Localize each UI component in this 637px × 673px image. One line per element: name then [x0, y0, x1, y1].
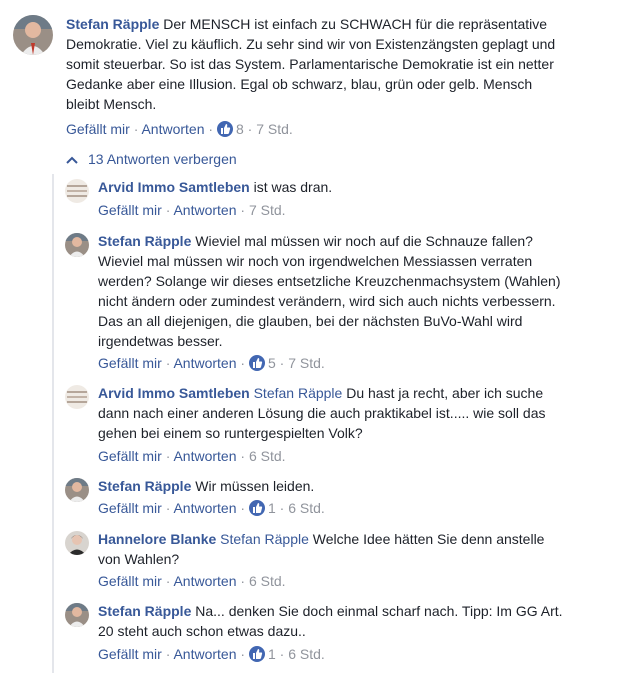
- thumbs-up-icon[interactable]: [248, 646, 265, 662]
- separator: ·: [240, 355, 249, 371]
- reply-actions: Gefällt mir · Antworten · 1 · 6 Std.: [98, 645, 325, 663]
- like-link[interactable]: Gefällt mir: [66, 121, 130, 137]
- like-count[interactable]: 5: [268, 355, 276, 371]
- comment-text: ist was dran.: [253, 179, 333, 195]
- avatar-photo: [65, 385, 89, 409]
- timestamp[interactable]: 7 Std.: [288, 355, 325, 371]
- like-link[interactable]: Gefällt mir: [98, 355, 162, 371]
- comment-text: Wir müssen leiden.: [195, 478, 315, 494]
- like-count[interactable]: 8: [236, 121, 244, 137]
- reply-actions: Gefällt mir · Antworten · 7 Std.: [98, 201, 286, 219]
- separator: ·: [247, 121, 257, 137]
- like-link[interactable]: Gefällt mir: [98, 646, 162, 662]
- reply-link[interactable]: Antworten: [173, 573, 236, 589]
- reply-link[interactable]: Antworten: [173, 202, 236, 218]
- reply-link[interactable]: Antworten: [173, 448, 236, 464]
- reply-body: Hannelore Blanke Stefan Räpple Welche Id…: [98, 529, 568, 569]
- timestamp[interactable]: 6 Std.: [249, 573, 286, 589]
- avatar-photo: [13, 15, 53, 55]
- hide-replies-toggle[interactable]: 13 Antworten verbergen: [66, 150, 237, 168]
- top-comment-body: Stefan Räpple Der MENSCH ist einfach zu …: [66, 14, 566, 114]
- comment-author[interactable]: Stefan Räpple: [98, 603, 191, 619]
- avatar-photo: [65, 531, 89, 555]
- avatar-arvid-immo-samtleben[interactable]: [65, 385, 89, 409]
- avatar-photo: [65, 233, 89, 257]
- like-count[interactable]: 1: [268, 646, 276, 662]
- reply-body: Stefan Räpple Wir müssen leiden.: [98, 476, 568, 496]
- like-link[interactable]: Gefällt mir: [98, 573, 162, 589]
- avatar-hannelore-blanke[interactable]: [65, 531, 89, 555]
- like-link[interactable]: Gefällt mir: [98, 500, 162, 516]
- reply-link[interactable]: Antworten: [173, 500, 236, 516]
- separator: ·: [279, 646, 289, 662]
- comment-author[interactable]: Hannelore Blanke: [98, 531, 216, 547]
- reply-actions: Gefällt mir · Antworten · 6 Std.: [98, 572, 286, 590]
- reply-body: Arvid Immo Samtleben Stefan Räpple Du ha…: [98, 383, 568, 443]
- separator: ·: [208, 121, 217, 137]
- thumbs-up-icon[interactable]: [248, 355, 265, 371]
- like-count[interactable]: 1: [268, 500, 276, 516]
- avatar-stefan-raepple[interactable]: [65, 603, 89, 627]
- separator: ·: [240, 448, 249, 464]
- comment-author[interactable]: Arvid Immo Samtleben: [98, 179, 250, 195]
- separator: ·: [240, 500, 249, 516]
- comment-author[interactable]: Stefan Räpple: [98, 478, 191, 494]
- reply-link[interactable]: Antworten: [173, 355, 236, 371]
- thumbs-up-icon[interactable]: [248, 500, 265, 516]
- avatar-photo: [65, 603, 89, 627]
- reply-body: Stefan Räpple Wieviel mal müssen wir noc…: [98, 231, 573, 351]
- comment-author[interactable]: Arvid Immo Samtleben: [98, 385, 250, 401]
- reply-actions: Gefällt mir · Antworten · 1 · 6 Std.: [98, 499, 325, 517]
- reply-body: Arvid Immo Samtleben ist was dran.: [98, 177, 568, 197]
- hide-replies-label: 13 Antworten verbergen: [88, 151, 237, 167]
- mention-link[interactable]: Stefan Räpple: [254, 385, 343, 401]
- avatar-stefan-raepple[interactable]: [13, 15, 53, 55]
- timestamp[interactable]: 6 Std.: [288, 500, 325, 516]
- timestamp[interactable]: 7 Std.: [249, 202, 286, 218]
- separator: ·: [240, 646, 249, 662]
- avatar-arvid-immo-samtleben[interactable]: [65, 179, 89, 203]
- separator: ·: [279, 500, 289, 516]
- like-link[interactable]: Gefällt mir: [98, 448, 162, 464]
- mention-link[interactable]: Stefan Räpple: [220, 531, 309, 547]
- reply-body: Stefan Räpple Na... denken Sie doch einm…: [98, 601, 568, 641]
- comment-author[interactable]: Stefan Räpple: [98, 233, 191, 249]
- like-link[interactable]: Gefällt mir: [98, 202, 162, 218]
- timestamp[interactable]: 6 Std.: [288, 646, 325, 662]
- avatar-stefan-raepple[interactable]: [65, 233, 89, 257]
- comment-text: Wieviel mal müssen wir noch auf die Schn…: [98, 233, 561, 349]
- thumbs-up-icon[interactable]: [216, 121, 233, 137]
- reply-link[interactable]: Antworten: [173, 646, 236, 662]
- comment-author[interactable]: Stefan Räpple: [66, 16, 159, 32]
- thread-line: [52, 174, 54, 673]
- chevron-up-icon: [66, 150, 78, 168]
- avatar-photo: [65, 179, 89, 203]
- separator: ·: [240, 573, 249, 589]
- reply-actions: Gefällt mir · Antworten · 6 Std.: [98, 447, 286, 465]
- reply-actions: Gefällt mir · Antworten · 5 · 7 Std.: [98, 354, 325, 372]
- top-comment-actions: Gefällt mir · Antworten · 8 · 7 Std.: [66, 120, 293, 138]
- timestamp[interactable]: 6 Std.: [249, 448, 286, 464]
- timestamp[interactable]: 7 Std.: [256, 121, 293, 137]
- separator: ·: [279, 355, 289, 371]
- avatar-stefan-raepple[interactable]: [65, 478, 89, 502]
- avatar-photo: [65, 478, 89, 502]
- separator: ·: [240, 202, 249, 218]
- reply-link[interactable]: Antworten: [141, 121, 204, 137]
